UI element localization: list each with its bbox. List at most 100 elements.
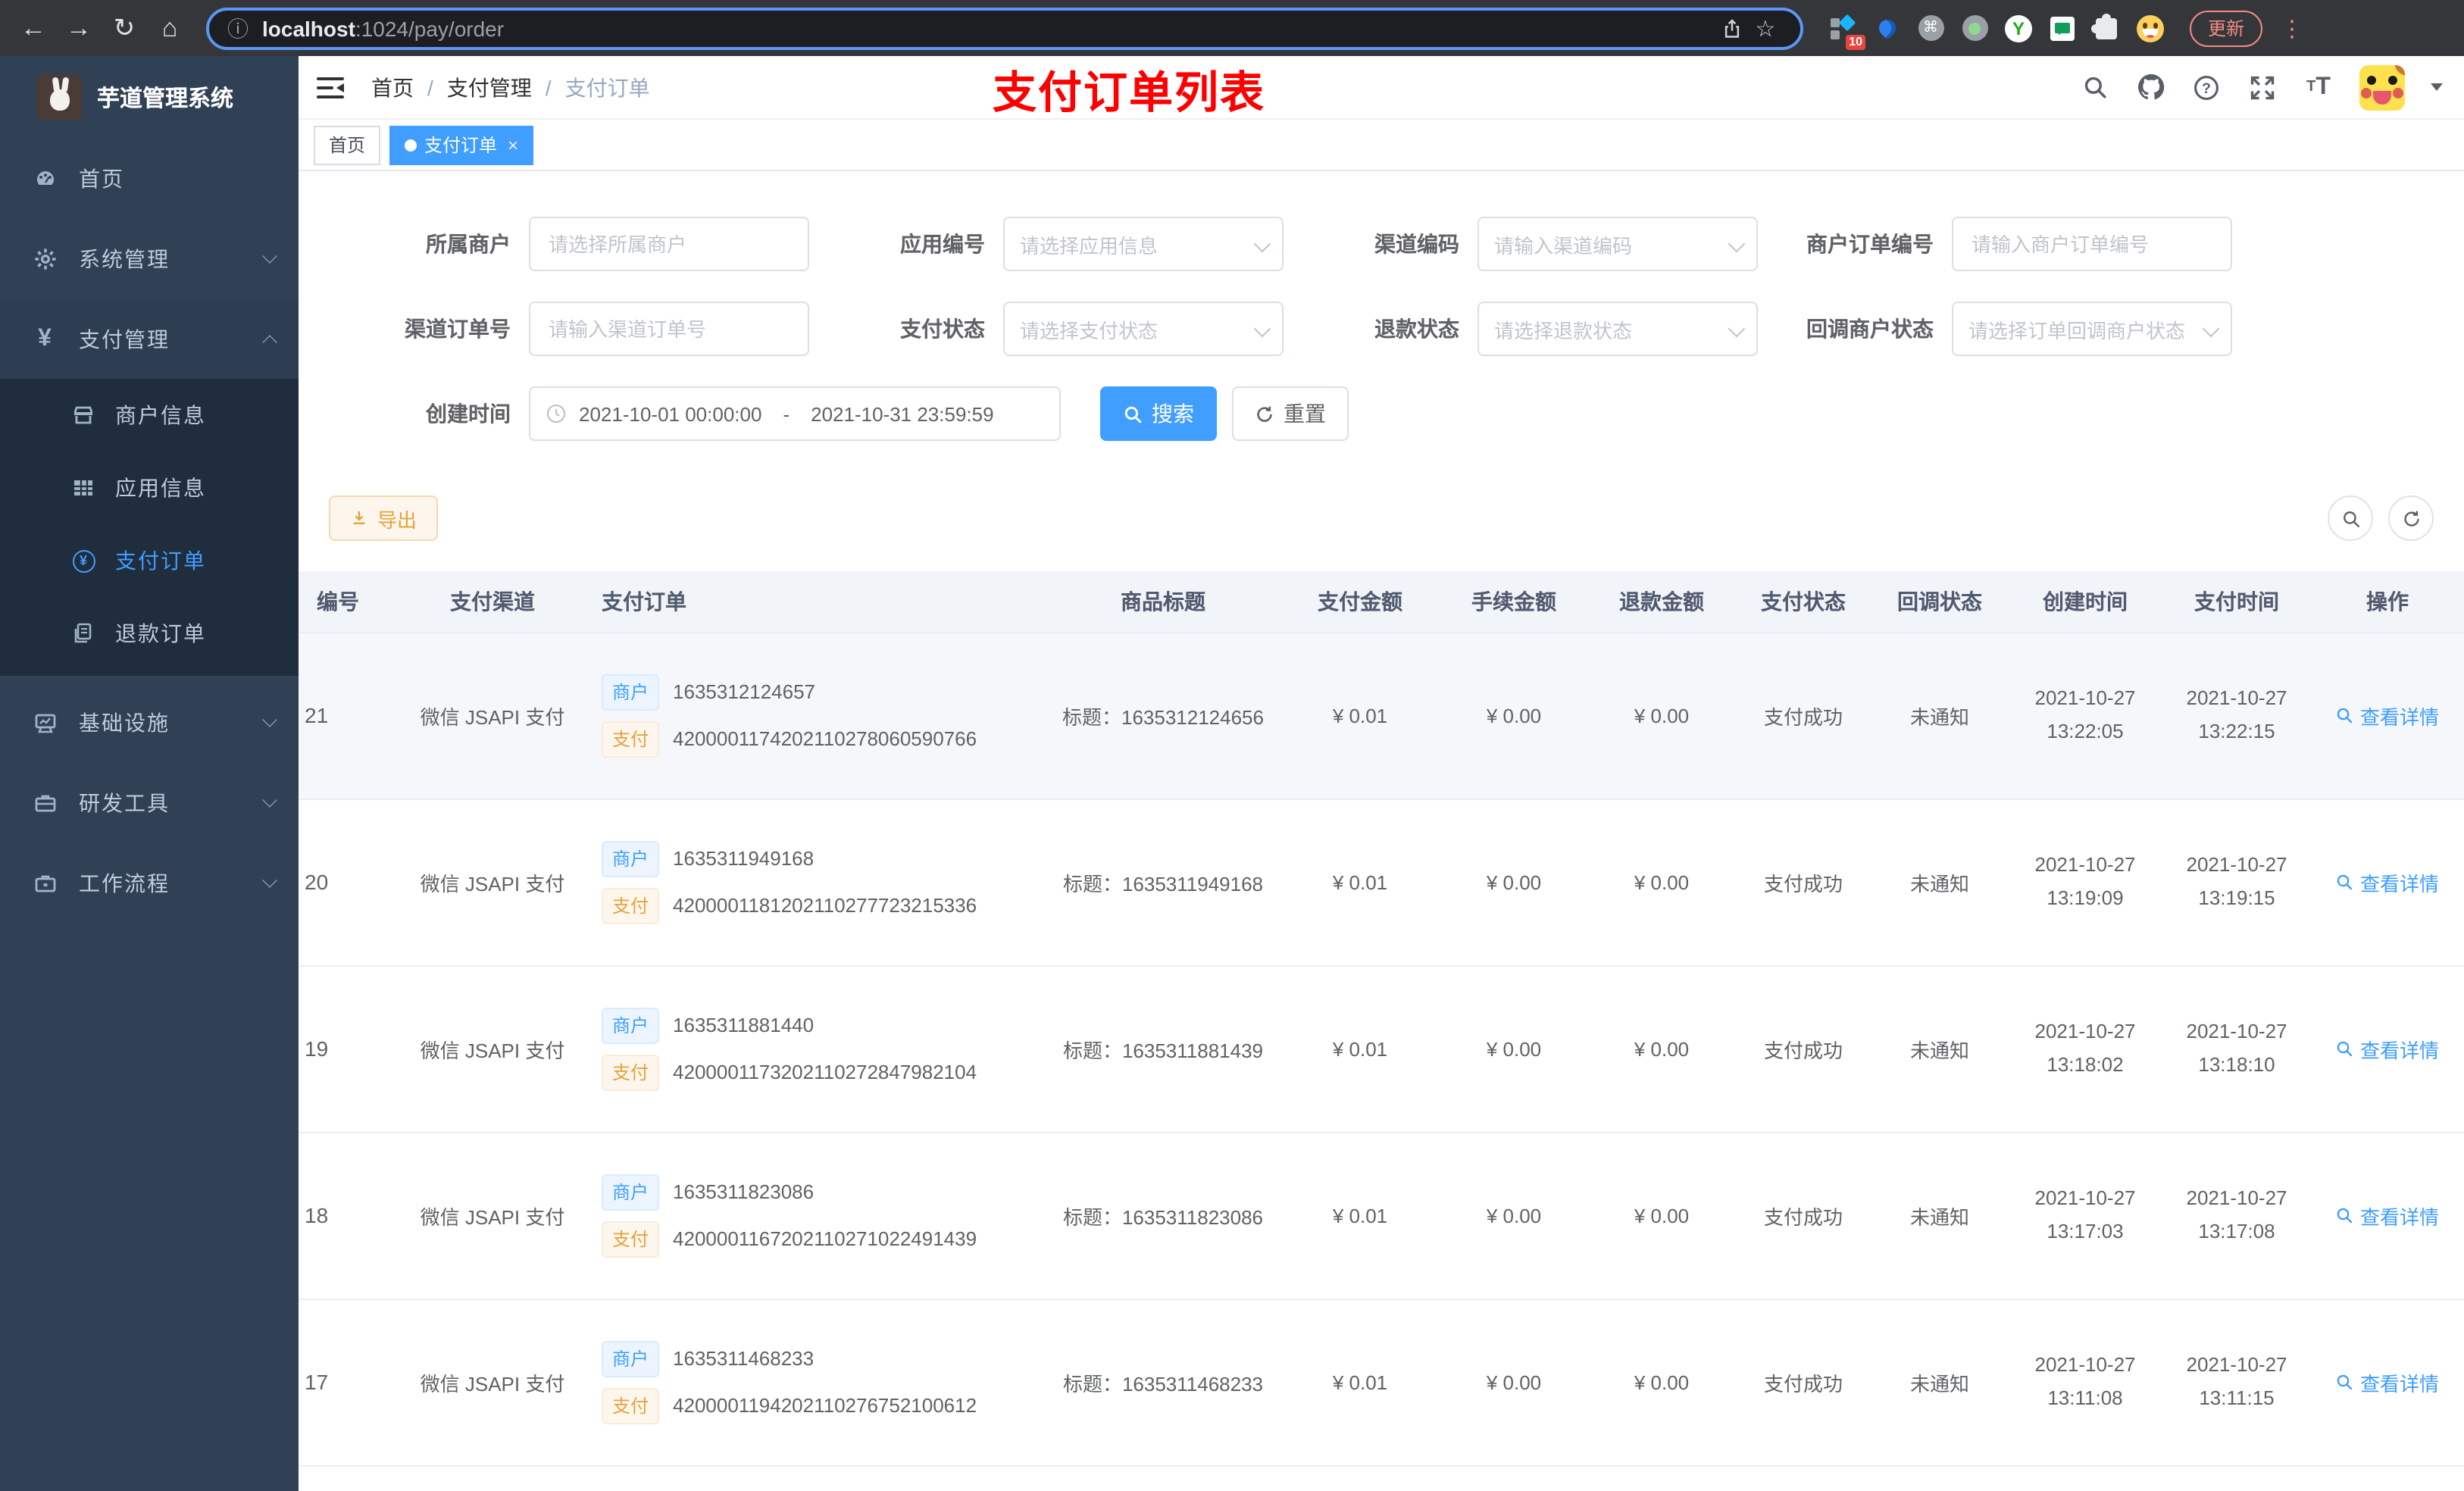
fullscreen-icon[interactable]	[2247, 72, 2278, 102]
bookmark-star-icon[interactable]: ☆	[1749, 14, 1782, 42]
back-icon[interactable]: ←	[15, 10, 52, 46]
cell-paid-time: 2021-10-27 13:17:08	[2162, 1132, 2311, 1299]
filter-label: 应用编号	[900, 232, 985, 256]
merchant-badge: 商户	[602, 1174, 660, 1210]
toolbox-icon	[32, 789, 58, 815]
payment-submenu: 商户信息 应用信息 ¥ 支付订单 退款订单	[0, 379, 299, 676]
extension-blocks-icon[interactable]: 10	[1828, 13, 1865, 49]
sidebar-collapse-icon[interactable]	[317, 77, 344, 98]
extension-balloon-icon[interactable]	[1871, 13, 1902, 43]
extension-emoji-icon[interactable]	[2135, 13, 2165, 43]
table-toolbar: 导出	[299, 471, 2464, 541]
github-icon[interactable]	[2135, 72, 2165, 102]
extension-chat-icon[interactable]	[2047, 13, 2078, 43]
cell-paid-time: 2021-10-27 13:11:15	[2162, 1299, 2311, 1466]
search-button[interactable]: 搜索	[1100, 386, 1217, 441]
refresh-table-button[interactable]	[2388, 495, 2434, 541]
extension-command-icon[interactable]: ⌘	[1915, 13, 1946, 43]
breadcrumb-payment[interactable]: 支付管理	[447, 72, 532, 102]
filter-label: 回调商户状态	[1806, 317, 1934, 341]
cell-channel: 微信 JSAPI 支付	[402, 1299, 583, 1466]
col-refund: 退款金额	[1588, 571, 1735, 633]
sidebar-item-infrastructure[interactable]: 基础设施	[0, 682, 299, 762]
notify-status-select[interactable]: 请选择订单回调商户状态	[1952, 302, 2232, 356]
chevron-up-icon	[262, 334, 277, 349]
app-logo-row[interactable]: 芋道管理系统	[0, 56, 299, 138]
content: 所属商户 应用编号 请选择应用信息 渠道编码 请输入渠道编码 商户订单编号	[299, 171, 2464, 1491]
font-size-icon[interactable]: TT	[2303, 72, 2334, 102]
active-dot	[405, 139, 417, 151]
shop-icon	[71, 403, 95, 427]
app-select[interactable]: 请选择应用信息	[1003, 217, 1284, 271]
forward-icon[interactable]: →	[61, 10, 97, 46]
view-detail-link[interactable]: 查看详情	[2336, 701, 2439, 730]
grid-icon	[71, 476, 95, 500]
pay-badge: 支付	[602, 720, 660, 757]
cell-created-time: 2021-10-27 13:18:02	[2008, 965, 2162, 1133]
refund-status-select[interactable]: 请选择退款状态	[1477, 302, 1758, 356]
merchant-input[interactable]	[529, 217, 809, 271]
extension-y-icon[interactable]: Y	[2003, 13, 2034, 43]
yen-icon: ¥	[38, 325, 52, 351]
extension-badge: 10	[1846, 34, 1865, 49]
user-menu-caret-icon[interactable]	[2431, 83, 2443, 97]
tag-pay-order[interactable]: 支付订单 ×	[389, 125, 534, 164]
sidebar-item-pay-order[interactable]: ¥ 支付订单	[0, 524, 299, 597]
breadcrumb-home[interactable]: 首页	[371, 72, 414, 102]
sidebar-item-system[interactable]: 系统管理	[0, 218, 299, 299]
tag-home[interactable]: 首页	[314, 125, 381, 164]
address-bar[interactable]: ⓘ localhost:1024/pay/order ☆	[206, 7, 1803, 49]
filter-label: 退款状态	[1374, 317, 1459, 341]
sidebar-item-payment[interactable]: ¥ 支付管理	[0, 299, 299, 379]
share-icon[interactable]	[1715, 17, 1749, 39]
pay-status-select[interactable]: 请选择支付状态	[1003, 302, 1284, 356]
search-icon	[2343, 511, 2359, 527]
sidebar-item-label: 首页	[79, 166, 124, 190]
sidebar-item-home[interactable]: 首页	[0, 138, 299, 218]
cell-notify-status: 未通知	[1871, 965, 2008, 1133]
view-detail-link[interactable]: 查看详情	[2336, 1034, 2439, 1063]
view-detail-link[interactable]: 查看详情	[2336, 1368, 2439, 1396]
extension-puzzle-icon[interactable]	[2091, 13, 2122, 43]
sidebar-item-label: 系统管理	[79, 246, 170, 270]
extension-dot-icon[interactable]	[1959, 13, 1990, 43]
chevron-down-icon	[1728, 320, 1746, 338]
help-icon[interactable]: ?	[2191, 72, 2222, 102]
reload-icon[interactable]: ↻	[106, 10, 142, 46]
toggle-search-button[interactable]	[2328, 495, 2373, 541]
sidebar-item-workflow[interactable]: 工作流程	[0, 842, 299, 923]
view-detail-link[interactable]: 查看详情	[2336, 867, 2439, 896]
extensions: 10 ⌘ Y	[1828, 13, 2165, 49]
merchant-badge: 商户	[602, 674, 660, 710]
dashboard-icon	[32, 165, 58, 191]
sidebar-item-devtools[interactable]: 研发工具	[0, 762, 299, 842]
chevron-down-icon	[1253, 320, 1271, 338]
channel-code-select[interactable]: 请输入渠道编码	[1477, 217, 1758, 271]
page-annotation: 支付订单列表	[993, 70, 1266, 118]
home-icon[interactable]: ⌂	[152, 10, 188, 46]
chevron-down-icon	[1253, 235, 1271, 253]
create-time-range-picker[interactable]: 2021-10-01 00:00:00 - 2021-10-31 23:59:5…	[529, 386, 1061, 441]
sidebar-menu: 首页 系统管理 ¥ 支付管理 商户信息 应用信息 ¥ 支付订单 退款订单 基础设…	[0, 138, 299, 1491]
avatar[interactable]	[2359, 64, 2405, 110]
channel-order-no-input[interactable]	[529, 302, 809, 356]
merchant-order-no-input[interactable]	[1952, 217, 2232, 271]
table-row: 17 微信 JSAPI 支付 商户 1635311468233 支付 42000…	[299, 1299, 2464, 1466]
export-button[interactable]: 导出	[329, 495, 439, 541]
chrome-update-button[interactable]: 更新	[2190, 10, 2263, 46]
close-icon[interactable]: ×	[508, 134, 518, 155]
cell-channel: 微信 JSAPI 支付	[402, 965, 583, 1133]
sidebar-item-app-info[interactable]: 应用信息	[0, 452, 299, 524]
view-detail-link[interactable]: 查看详情	[2336, 1201, 2439, 1230]
sidebar-item-merchant-info[interactable]: 商户信息	[0, 379, 299, 452]
reset-button[interactable]: 重置	[1232, 386, 1349, 441]
cell-pay-order: 商户 1635311881440 支付 42000011732021102728…	[583, 965, 1046, 1133]
refresh-icon	[1257, 405, 1272, 421]
cell-title: 标题：1635311468233	[1046, 1299, 1280, 1466]
search-icon[interactable]	[2079, 72, 2109, 102]
chrome-menu-icon[interactable]: ⋮	[2281, 14, 2303, 42]
screen: ← → ↻ ⌂ ⓘ localhost:1024/pay/order ☆ 10 …	[0, 0, 2464, 1491]
site-info-icon[interactable]: ⓘ	[227, 13, 249, 43]
sidebar-item-refund-order[interactable]: 退款订单	[0, 597, 299, 670]
cell-title: 标题：1635311881439	[1046, 965, 1280, 1133]
